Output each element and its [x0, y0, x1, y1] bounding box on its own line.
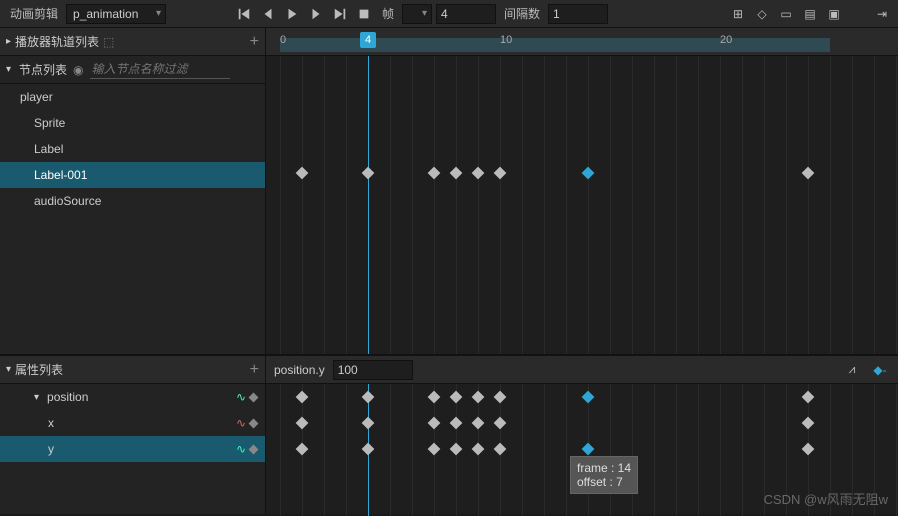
keyframe[interactable] — [362, 167, 375, 180]
lock-icon: ⬚ — [103, 35, 114, 49]
export-icon[interactable]: ⇥ — [872, 4, 892, 24]
first-frame-button[interactable] — [234, 4, 254, 24]
curve-icon[interactable]: ∿ — [236, 390, 246, 404]
keyframe[interactable] — [362, 391, 375, 404]
chevron-down-icon: ▾ — [34, 392, 39, 403]
node-item[interactable]: Label-001 — [0, 162, 265, 188]
grid-icon[interactable]: ⊞ — [728, 4, 748, 24]
save-icon[interactable]: ▣ — [824, 4, 844, 24]
frame-input[interactable] — [436, 4, 496, 24]
tooltip-line: frame : 14 — [577, 461, 631, 475]
chevron-right-icon: ▸ — [6, 36, 11, 47]
player-tracks-header[interactable]: ▸ 播放器轨道列表 ⬚ + — [0, 28, 265, 56]
keyframe[interactable] — [296, 443, 309, 456]
stop-button[interactable] — [354, 4, 374, 24]
curve-icon[interactable]: ∿ — [236, 442, 246, 456]
keyframe[interactable] — [802, 443, 815, 456]
keyframe[interactable] — [582, 167, 595, 180]
node-item[interactable]: audioSource — [0, 188, 265, 214]
clip-select[interactable]: p_animation — [66, 4, 166, 24]
property-row-y[interactable]: y ∿ — [0, 436, 265, 462]
keyframe[interactable] — [472, 391, 485, 404]
keyframe[interactable] — [582, 391, 595, 404]
keyframe[interactable] — [802, 391, 815, 404]
timeline-ruler[interactable]: 0 10 20 4 — [266, 28, 898, 56]
ruler-tick: 0 — [280, 34, 286, 46]
keyframe[interactable] — [472, 443, 485, 456]
ruler-tick: 20 — [720, 34, 732, 46]
tooltip-line: offset : 7 — [577, 475, 631, 489]
property-row-position[interactable]: ▾ position ∿ — [0, 384, 265, 410]
keyframe[interactable] — [450, 391, 463, 404]
keyframe[interactable] — [428, 391, 441, 404]
property-row-x[interactable]: x ∿ — [0, 410, 265, 436]
curve-icon[interactable]: ∿ — [236, 416, 246, 430]
ruler-tick: 10 — [500, 34, 512, 46]
prev-frame-button[interactable] — [258, 4, 278, 24]
play-button[interactable] — [282, 4, 302, 24]
key-icon[interactable] — [249, 444, 259, 454]
keyframe[interactable] — [428, 417, 441, 430]
keyframe[interactable] — [362, 417, 375, 430]
eye-icon[interactable]: ◉ — [73, 63, 83, 77]
keyframe-tooltip: frame : 14offset : 7 — [570, 456, 638, 494]
keyframe[interactable] — [802, 417, 815, 430]
keyframe[interactable] — [296, 417, 309, 430]
keyframe[interactable] — [494, 417, 507, 430]
keyframe[interactable] — [494, 167, 507, 180]
keyframe[interactable] — [428, 443, 441, 456]
property-list-header[interactable]: ▾ 属性列表 + — [0, 356, 265, 384]
key-icon[interactable] — [249, 392, 259, 402]
curve-view-button[interactable]: ⩘ — [842, 360, 862, 380]
chevron-down-icon: ▾ — [6, 364, 11, 375]
keyframe[interactable] — [450, 167, 463, 180]
node-item[interactable]: Label — [0, 136, 265, 162]
keyframe[interactable] — [450, 417, 463, 430]
list-icon[interactable]: ▤ — [800, 4, 820, 24]
keyframe[interactable] — [362, 443, 375, 456]
key-icon[interactable] — [249, 418, 259, 428]
keyframe[interactable] — [472, 167, 485, 180]
keyframe[interactable] — [582, 443, 595, 456]
add-property-button[interactable]: + — [250, 361, 259, 379]
node-item[interactable]: Sprite — [0, 110, 265, 136]
top-toolbar: 动画剪辑 p_animation 帧 间隔数 ⊞ ◇ ▭ ▤ ▣ ⇥ — [0, 0, 898, 28]
doc-icon[interactable]: ▭ — [776, 4, 796, 24]
keyframe[interactable] — [296, 391, 309, 404]
node-list-header: ▾ 节点列表 ◉ — [0, 56, 265, 84]
keyframe[interactable] — [494, 443, 507, 456]
dope-view-button[interactable]: ◆- — [870, 360, 890, 380]
keyframe[interactable] — [802, 167, 815, 180]
track-area[interactable] — [266, 56, 898, 354]
watermark: CSDN @w风雨无阻w — [764, 489, 888, 508]
next-frame-button[interactable] — [306, 4, 326, 24]
keyframe[interactable] — [428, 167, 441, 180]
add-key-icon[interactable]: ◇ — [752, 4, 772, 24]
keyframe[interactable] — [450, 443, 463, 456]
keyframe[interactable] — [494, 391, 507, 404]
node-list: playerSpriteLabelLabel-001audioSource — [0, 84, 265, 354]
chevron-down-icon[interactable]: ▾ — [6, 64, 11, 75]
keyframe[interactable] — [472, 417, 485, 430]
add-track-button[interactable]: + — [250, 33, 259, 51]
interval-input[interactable] — [548, 4, 608, 24]
last-frame-button[interactable] — [330, 4, 350, 24]
clip-label: 动画剪辑 — [6, 5, 62, 22]
property-value-input[interactable] — [333, 360, 413, 380]
playhead-handle[interactable]: 4 — [360, 32, 376, 48]
property-path-label: position.y — [274, 363, 325, 377]
node-item[interactable]: player — [0, 84, 265, 110]
node-filter-input[interactable] — [90, 60, 230, 79]
frame-mode-select[interactable] — [402, 4, 432, 24]
interval-label: 间隔数 — [500, 5, 544, 22]
property-toolbar: position.y ⩘ ◆- — [266, 356, 898, 384]
frame-label: 帧 — [378, 5, 398, 22]
keyframe[interactable] — [296, 167, 309, 180]
